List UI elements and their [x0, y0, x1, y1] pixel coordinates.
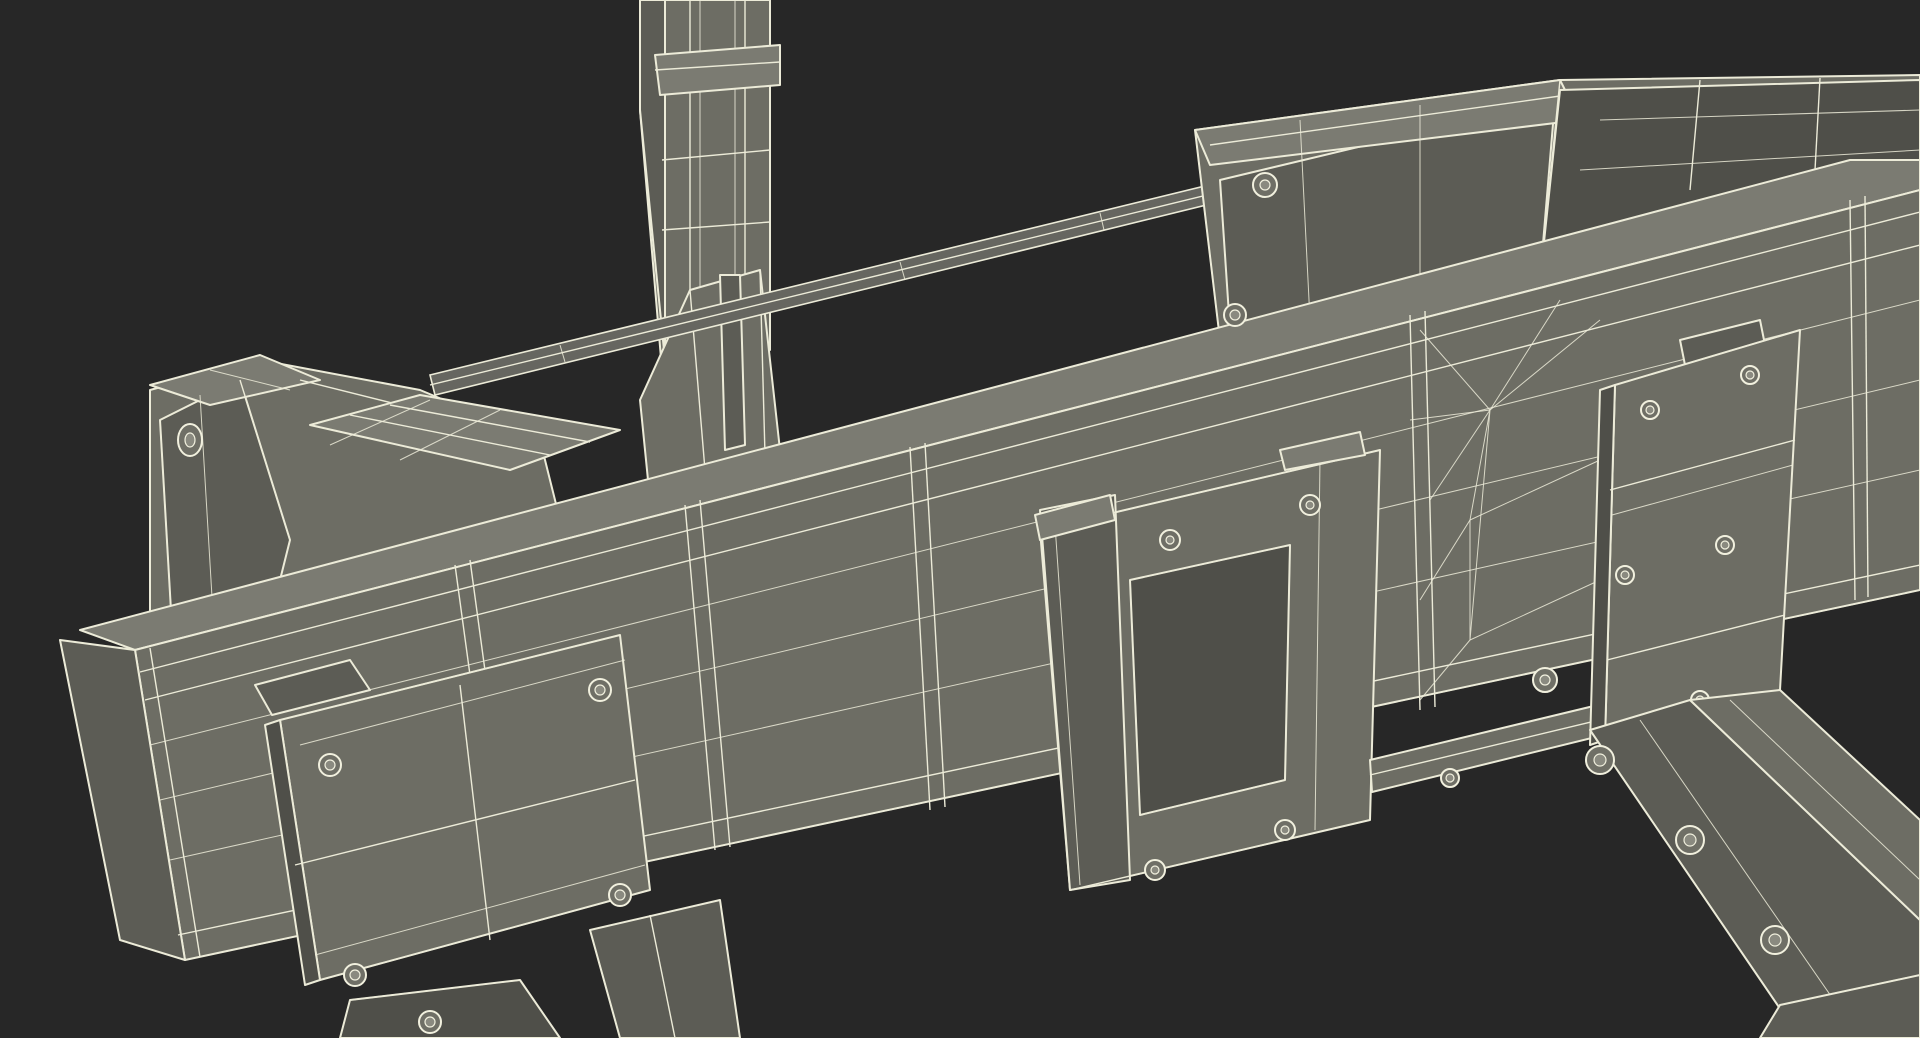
crossbar-bolt — [1440, 768, 1460, 788]
center-frame-bolt-3 — [1144, 859, 1166, 881]
mount-plate-bolt-3 — [608, 883, 632, 907]
hex-nut-2 — [1675, 825, 1705, 855]
wireframe-render — [59, 0, 1920, 1038]
right-plate-bolt-3 — [1615, 565, 1635, 585]
leg-bolt — [418, 1010, 442, 1034]
center-frame-bolt-4 — [1274, 819, 1296, 841]
lower-right-frame — [1589, 689, 1920, 1038]
center-frame-bolt-2 — [1299, 494, 1321, 516]
right-plate-bolt-1 — [1640, 400, 1660, 420]
flange-bolt — [177, 423, 203, 457]
right-mount-plate — [1589, 319, 1801, 746]
center-frame-bolt-1 — [1159, 529, 1181, 551]
right-plate-bolt-2 — [1740, 365, 1760, 385]
hex-nut-1 — [1585, 745, 1615, 775]
rear-bolt-1 — [1223, 303, 1247, 327]
hex-nut-3 — [1760, 925, 1790, 955]
mount-plate-bolt-2 — [588, 678, 612, 702]
mount-plate-bolt-4 — [343, 963, 367, 987]
vertical-post — [639, 0, 781, 501]
right-plate-bolt-4 — [1715, 535, 1735, 555]
mount-plate-bolt-1 — [318, 753, 342, 777]
hex-nut-4 — [1532, 667, 1558, 693]
rear-bolt-2 — [1252, 172, 1278, 198]
render-viewport — [0, 0, 1920, 1038]
center-rect-frame — [1034, 431, 1381, 891]
